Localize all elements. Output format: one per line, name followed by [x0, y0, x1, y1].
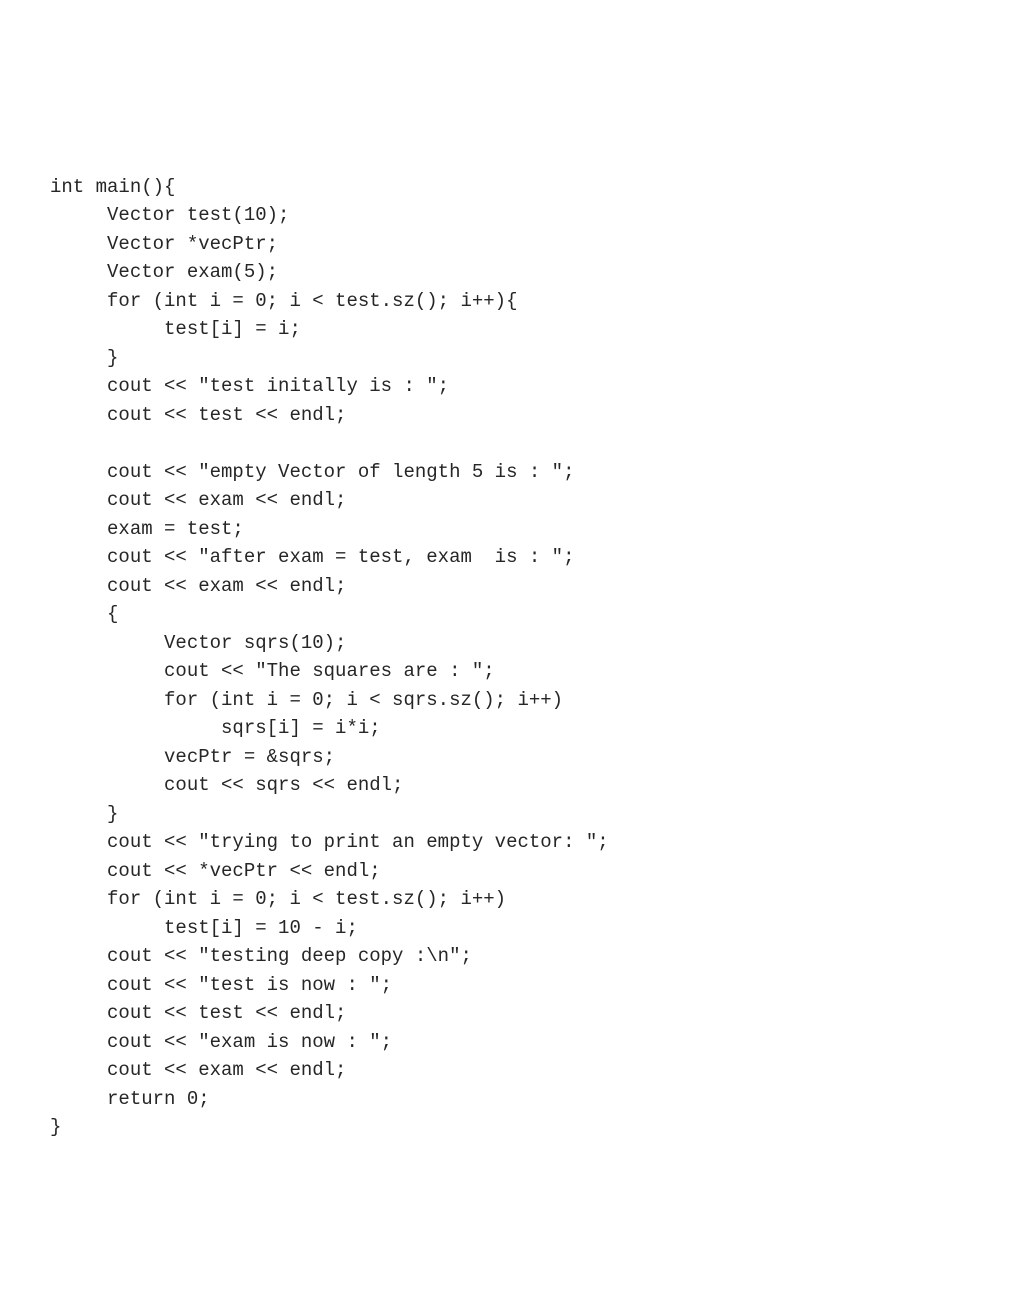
code-line: cout << "trying to print an empty vector…: [50, 831, 609, 853]
code-line: }: [50, 347, 118, 369]
code-line: {: [50, 603, 118, 625]
code-line: cout << "test initally is : ";: [50, 375, 449, 397]
code-line: for (int i = 0; i < test.sz(); i++){: [50, 290, 517, 312]
code-line: test[i] = 10 - i;: [50, 917, 358, 939]
code-line: Vector test(10);: [50, 204, 289, 226]
code-line: cout << "testing deep copy :\n";: [50, 945, 472, 967]
code-line: return 0;: [50, 1088, 210, 1110]
code-line: sqrs[i] = i*i;: [50, 717, 381, 739]
code-line: cout << test << endl;: [50, 404, 346, 426]
code-line: cout << test << endl;: [50, 1002, 346, 1024]
code-line: for (int i = 0; i < sqrs.sz(); i++): [50, 689, 563, 711]
code-line: exam = test;: [50, 518, 244, 540]
code-line: cout << *vecPtr << endl;: [50, 860, 381, 882]
code-line: }: [50, 803, 118, 825]
code-line: Vector *vecPtr;: [50, 233, 278, 255]
code-line: cout << exam << endl;: [50, 1059, 346, 1081]
code-line: cout << exam << endl;: [50, 575, 346, 597]
code-line: }: [50, 1116, 61, 1138]
code-line: cout << "The squares are : ";: [50, 660, 495, 682]
code-line: vecPtr = &sqrs;: [50, 746, 335, 768]
code-line: cout << "exam is now : ";: [50, 1031, 392, 1053]
code-line: cout << "empty Vector of length 5 is : "…: [50, 461, 575, 483]
code-block: int main(){ Vector test(10); Vector *vec…: [50, 144, 974, 1142]
code-line: Vector exam(5);: [50, 261, 278, 283]
code-line: cout << sqrs << endl;: [50, 774, 403, 796]
code-line: for (int i = 0; i < test.sz(); i++): [50, 888, 506, 910]
code-line: cout << exam << endl;: [50, 489, 346, 511]
code-line: cout << "test is now : ";: [50, 974, 392, 996]
code-line: Vector sqrs(10);: [50, 632, 346, 654]
code-line: test[i] = i;: [50, 318, 301, 340]
code-line: cout << "after exam = test, exam is : ";: [50, 546, 575, 568]
code-line: int main(){: [50, 176, 175, 198]
